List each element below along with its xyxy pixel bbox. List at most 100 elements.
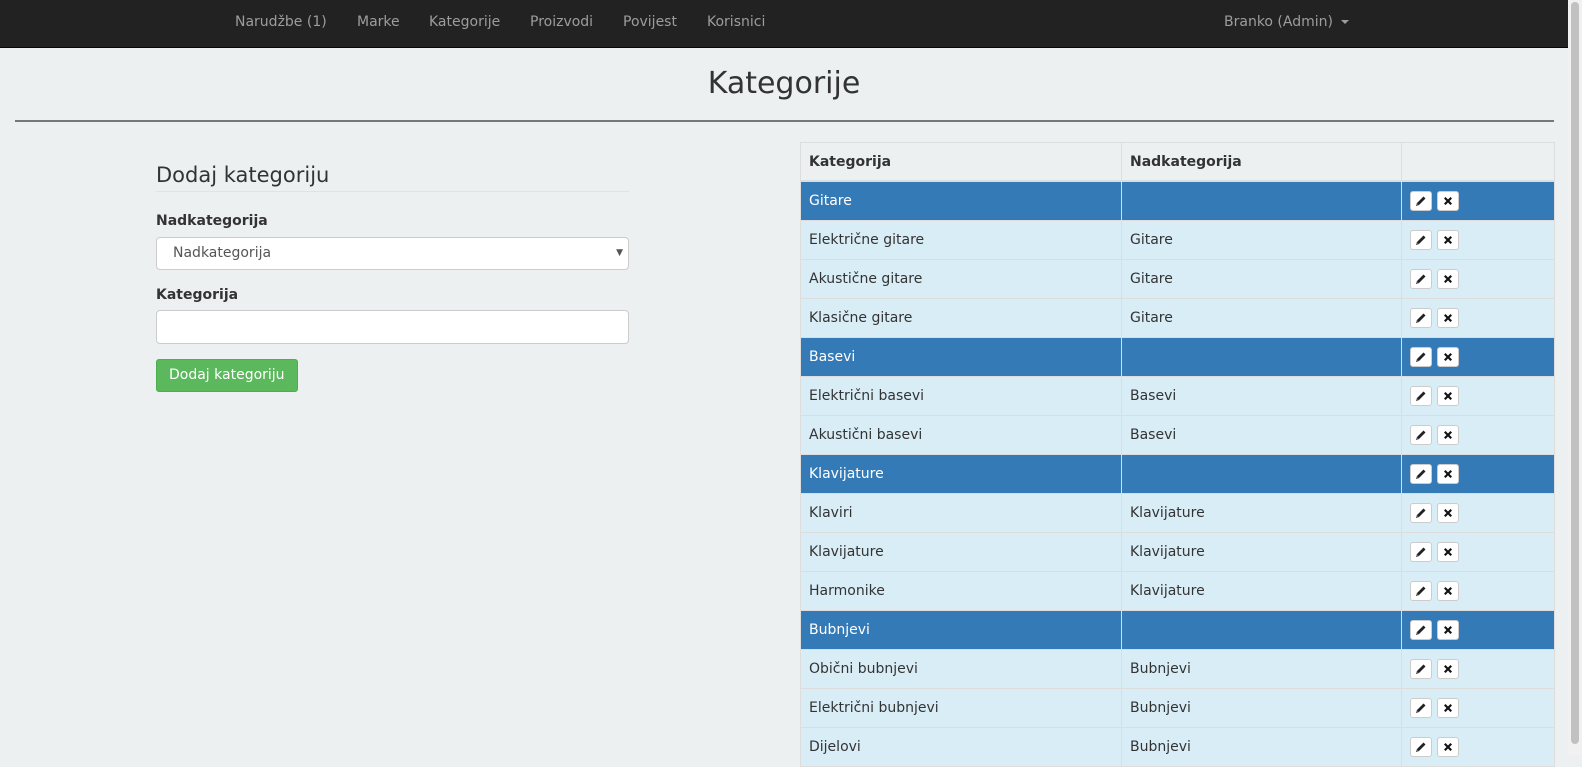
add-category-button[interactable]: Dodaj kategoriju <box>156 359 298 392</box>
cell-actions <box>1401 532 1555 572</box>
delete-button[interactable] <box>1437 386 1459 406</box>
cell-parent-category: Gitare <box>1121 298 1402 338</box>
edit-button[interactable] <box>1410 230 1432 250</box>
table-row: Klaviri Klavijature <box>800 493 1555 533</box>
cell-parent-category <box>1121 180 1402 221</box>
cell-category-name: Električni basevi <box>800 376 1122 416</box>
form-title: Dodaj kategoriju <box>156 163 629 192</box>
table-row: Klavijature Klavijature <box>800 532 1555 572</box>
delete-button[interactable] <box>1437 269 1459 289</box>
edit-button[interactable] <box>1410 425 1432 445</box>
category-name-input[interactable] <box>156 310 629 344</box>
edit-button[interactable] <box>1410 269 1432 289</box>
cell-parent-category: Basevi <box>1121 415 1402 455</box>
table-row: Električni basevi Basevi <box>800 376 1555 416</box>
cell-actions <box>1401 376 1555 416</box>
delete-button[interactable] <box>1437 542 1459 562</box>
delete-button[interactable] <box>1437 425 1459 445</box>
cell-parent-category: Gitare <box>1121 220 1402 260</box>
delete-button[interactable] <box>1437 191 1459 211</box>
cell-category-name: Električni bubnjevi <box>800 688 1122 728</box>
cell-category-name: Akustične gitare <box>800 259 1122 299</box>
user-menu-label: Branko (Admin) <box>1224 14 1333 30</box>
delete-button[interactable] <box>1437 659 1459 679</box>
cell-actions <box>1401 220 1555 260</box>
cell-actions <box>1401 454 1555 494</box>
nav-item-kategorije[interactable]: Kategorije <box>429 0 500 47</box>
table-row: Akustične gitare Gitare <box>800 259 1555 299</box>
nav-item-korisnici[interactable]: Korisnici <box>707 0 765 47</box>
edit-button[interactable] <box>1410 698 1432 718</box>
table-row: Obični bubnjevi Bubnjevi <box>800 649 1555 689</box>
nav-item-povijest[interactable]: Povijest <box>623 0 677 47</box>
table-row-parent-category: Basevi <box>800 337 1555 377</box>
cell-category-name: Klavijature <box>800 454 1122 494</box>
page-scrollbar[interactable] <box>1568 0 1582 755</box>
table-row-parent-category: Bubnjevi <box>800 610 1555 650</box>
categories-table-container: Kategorija Nadkategorija Gitare Električn… <box>800 142 1555 767</box>
column-header-category: Kategorija <box>800 142 1122 182</box>
nav-item-marke[interactable]: Marke <box>357 0 400 47</box>
table-row-parent-category: Gitare <box>800 180 1555 221</box>
cell-actions <box>1401 688 1555 728</box>
nav-item-proizvodi[interactable]: Proizvodi <box>530 0 593 47</box>
delete-button[interactable] <box>1437 503 1459 523</box>
delete-button[interactable] <box>1437 698 1459 718</box>
cell-category-name: Električne gitare <box>800 220 1122 260</box>
cell-parent-category: Klavijature <box>1121 493 1402 533</box>
cell-category-name: Klaviri <box>800 493 1122 533</box>
cell-category-name: Gitare <box>800 180 1122 221</box>
cell-category-name: Akustični basevi <box>800 415 1122 455</box>
edit-button[interactable] <box>1410 737 1432 757</box>
cell-actions <box>1401 493 1555 533</box>
parent-category-select[interactable]: Nadkategorija ▼ <box>156 237 629 270</box>
cell-category-name: Dijelovi <box>800 727 1122 767</box>
delete-button[interactable] <box>1437 347 1459 367</box>
scrollbar-thumb[interactable] <box>1571 2 1579 744</box>
delete-button[interactable] <box>1437 737 1459 757</box>
cell-parent-category: Basevi <box>1121 376 1402 416</box>
nav-item-narudzbe[interactable]: Narudžbe (1) <box>235 0 327 47</box>
table-row: Dijelovi Bubnjevi <box>800 727 1555 767</box>
edit-button[interactable] <box>1410 659 1432 679</box>
edit-button[interactable] <box>1410 191 1432 211</box>
user-menu-dropdown[interactable]: Branko (Admin) <box>1224 0 1349 47</box>
edit-button[interactable] <box>1410 542 1432 562</box>
delete-button[interactable] <box>1437 464 1459 484</box>
page-title: Kategorije <box>707 66 861 101</box>
edit-button[interactable] <box>1410 620 1432 640</box>
cell-category-name: Klasične gitare <box>800 298 1122 338</box>
cell-parent-category: Gitare <box>1121 259 1402 299</box>
column-header-parent: Nadkategorija <box>1121 142 1402 182</box>
cell-parent-category <box>1121 610 1402 650</box>
cell-actions <box>1401 415 1555 455</box>
cell-parent-category <box>1121 337 1402 377</box>
edit-button[interactable] <box>1410 581 1432 601</box>
top-navbar: Narudžbe (1) Marke Kategorije Proizvodi … <box>0 0 1568 48</box>
dropdown-arrow-icon: ▼ <box>616 248 623 258</box>
delete-button[interactable] <box>1437 230 1459 250</box>
edit-button[interactable] <box>1410 347 1432 367</box>
cell-actions <box>1401 571 1555 611</box>
cell-parent-category: Bubnjevi <box>1121 649 1402 689</box>
cell-actions <box>1401 180 1555 221</box>
delete-button[interactable] <box>1437 308 1459 328</box>
cell-category-name: Harmonike <box>800 571 1122 611</box>
cell-actions <box>1401 727 1555 767</box>
edit-button[interactable] <box>1410 464 1432 484</box>
edit-button[interactable] <box>1410 386 1432 406</box>
cell-actions <box>1401 259 1555 299</box>
table-row: Harmonike Klavijature <box>800 571 1555 611</box>
add-category-form: Dodaj kategoriju Nadkategorija Nadkatego… <box>156 163 629 392</box>
edit-button[interactable] <box>1410 308 1432 328</box>
delete-button[interactable] <box>1437 581 1459 601</box>
title-divider <box>15 120 1554 122</box>
edit-button[interactable] <box>1410 503 1432 523</box>
categories-table: Kategorija Nadkategorija Gitare Električn… <box>800 142 1555 767</box>
table-row: Električni bubnjevi Bubnjevi <box>800 688 1555 728</box>
caret-down-icon <box>1340 20 1349 24</box>
cell-parent-category: Klavijature <box>1121 571 1402 611</box>
table-row: Klasične gitare Gitare <box>800 298 1555 338</box>
table-row-parent-category: Klavijature <box>800 454 1555 494</box>
delete-button[interactable] <box>1437 620 1459 640</box>
